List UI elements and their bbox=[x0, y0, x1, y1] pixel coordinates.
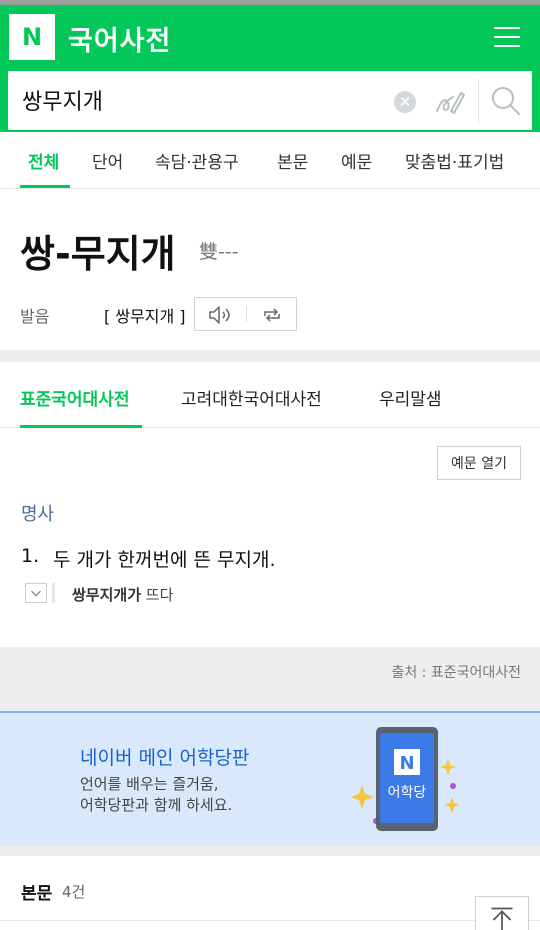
tab-all[interactable]: 전체 bbox=[28, 148, 59, 173]
divider bbox=[0, 920, 540, 921]
dictionary-tabs: 표준국어대사전 고려대한국어대사전 우리말샘 bbox=[0, 362, 540, 428]
tab-urimalsaem[interactable]: 우리말샘 bbox=[379, 385, 442, 410]
tab-spelling[interactable]: 맞춤법·표기법 bbox=[405, 148, 504, 173]
definition-number: 1. bbox=[21, 545, 40, 567]
example-keyword: 쌍무지개가 bbox=[72, 586, 142, 604]
body-section-count: 4건 bbox=[62, 883, 86, 901]
banner-phone-label: 어학당 bbox=[388, 785, 427, 801]
section-separator-2 bbox=[0, 846, 540, 856]
hamburger-menu-icon[interactable] bbox=[494, 25, 520, 49]
tab-body[interactable]: 본문 bbox=[277, 148, 308, 173]
tab-word[interactable]: 단어 bbox=[92, 148, 123, 173]
tab-active-indicator bbox=[20, 185, 70, 188]
app-header: N 국어사전 ✕ bbox=[0, 5, 540, 132]
search-input[interactable] bbox=[22, 82, 382, 118]
tab-example[interactable]: 예문 bbox=[341, 148, 372, 173]
definition-text: 두 개가 한꺼번에 뜬 무지개. bbox=[53, 549, 276, 571]
pronunciation-controls bbox=[194, 297, 297, 331]
phone-illustration-icon: N 어학당 bbox=[352, 727, 460, 831]
search-box: ✕ bbox=[8, 71, 532, 130]
tab-korea-univ-dictionary[interactable]: 고려대한국어대사전 bbox=[181, 385, 322, 410]
dict-tab-active-indicator bbox=[20, 425, 142, 428]
example-bar bbox=[52, 583, 55, 603]
promo-banner[interactable]: 네이버 메인 어학당판 언어를 배우는 즐거움, 어학당판과 함께 하세요. N… bbox=[0, 711, 540, 846]
search-divider bbox=[478, 79, 479, 123]
section-separator bbox=[0, 350, 540, 362]
category-tabs: 전체 단어 속담·관용구 본문 예문 맞춤법·표기법 bbox=[0, 132, 540, 189]
handwriting-icon[interactable] bbox=[433, 85, 467, 119]
pronunciation-label: 발음 bbox=[20, 307, 50, 326]
entry-word: 쌍-무지개 bbox=[20, 232, 176, 276]
tab-standard-dictionary[interactable]: 표준국어대사전 bbox=[20, 385, 129, 410]
app-title[interactable]: 국어사전 bbox=[68, 19, 171, 58]
banner-line1: 언어를 배우는 즐거움, bbox=[80, 775, 219, 793]
source-text: 출처 : 표준국어대사전 bbox=[391, 665, 521, 681]
source-band: 출처 : 표준국어대사전 bbox=[0, 647, 540, 711]
example-sentence: 쌍무지개가 뜨다 bbox=[72, 584, 173, 605]
pronunciation-divider bbox=[246, 306, 247, 322]
open-examples-button[interactable]: 예문 열기 bbox=[437, 446, 521, 480]
part-of-speech: 명사 bbox=[21, 504, 55, 525]
speaker-icon[interactable] bbox=[205, 304, 235, 326]
pronunciation-text: [ 쌍무지개 ] bbox=[104, 307, 186, 326]
search-icon[interactable] bbox=[490, 85, 522, 117]
naver-logo[interactable]: N bbox=[9, 14, 55, 60]
clear-icon[interactable]: ✕ bbox=[394, 91, 416, 113]
chevron-down-icon[interactable] bbox=[25, 583, 47, 603]
banner-line2: 어학당판과 함께 하세요. bbox=[80, 796, 233, 814]
example-rest: 뜨다 bbox=[141, 586, 174, 604]
arrow-up-icon[interactable] bbox=[475, 896, 529, 930]
banner-phone-logo: N bbox=[399, 753, 414, 774]
entry-hanja: 雙--- bbox=[199, 241, 239, 263]
tab-proverb-idiom[interactable]: 속담·관용구 bbox=[155, 148, 239, 173]
repeat-icon[interactable] bbox=[257, 304, 287, 326]
body-section-title: 본문 bbox=[21, 884, 53, 904]
banner-title: 네이버 메인 어학당판 bbox=[80, 747, 250, 769]
